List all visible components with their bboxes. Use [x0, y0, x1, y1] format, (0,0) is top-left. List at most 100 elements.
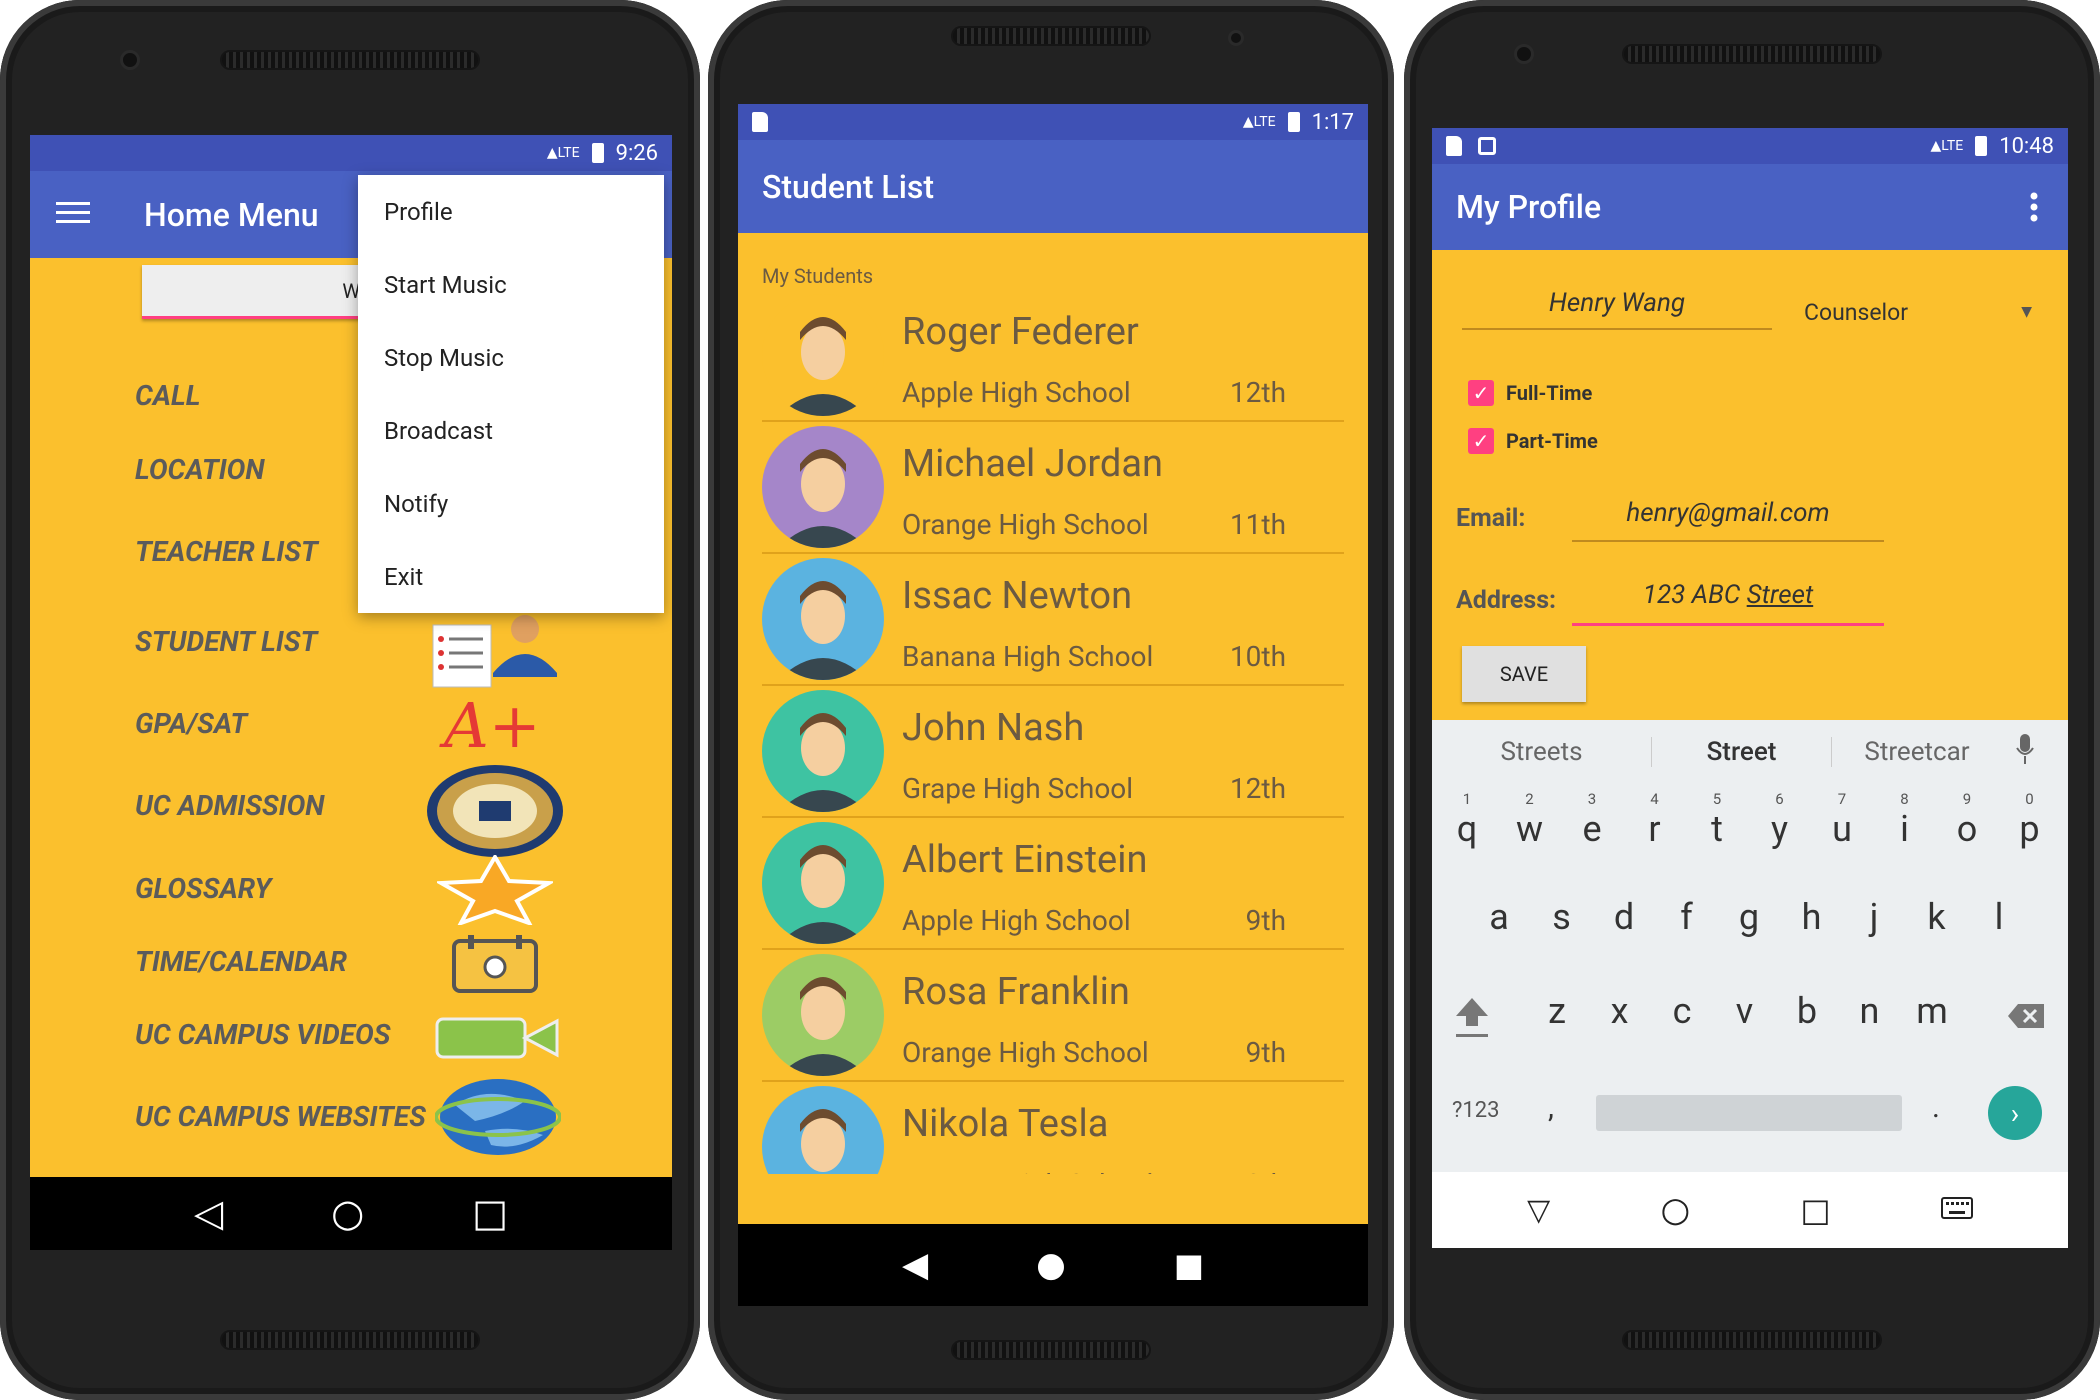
- home-icon[interactable]: ○: [1660, 1190, 1690, 1230]
- sd-card-icon: [752, 112, 768, 132]
- period-key[interactable]: .: [1932, 1090, 1940, 1125]
- video-camera-icon[interactable]: [435, 1015, 561, 1065]
- keyboard-switch-icon[interactable]: [1940, 1197, 1973, 1223]
- student-list-item[interactable]: Albert Einstein Apple High School 9th: [738, 818, 1368, 950]
- key-k[interactable]: k: [1912, 896, 1962, 938]
- microphone-icon[interactable]: [2016, 733, 2034, 771]
- spacebar[interactable]: [1596, 1095, 1902, 1131]
- overflow-item-broadcast[interactable]: Broadcast: [358, 394, 664, 467]
- key-label: y: [1770, 808, 1789, 850]
- student-list-item[interactable]: Issac Newton Banana High School 10th: [738, 554, 1368, 686]
- student-grade: 9th: [1245, 904, 1286, 937]
- star-icon[interactable]: [433, 853, 557, 929]
- menu-call[interactable]: CALL: [135, 379, 200, 412]
- key-f[interactable]: f: [1662, 896, 1712, 938]
- overflow-item-profile[interactable]: Profile: [358, 175, 664, 248]
- key-o[interactable]: 9o: [1942, 790, 1992, 850]
- overflow-item-exit[interactable]: Exit: [358, 540, 664, 613]
- key-y[interactable]: 6y: [1755, 790, 1805, 850]
- student-list-item[interactable]: Michael Jordan Orange High School 11th: [738, 422, 1368, 554]
- key-label: c: [1672, 990, 1692, 1032]
- student-list-item[interactable]: Nikola Tesla Banana High School 10th: [738, 1082, 1368, 1174]
- menu-location[interactable]: LOCATION: [135, 453, 265, 486]
- shift-icon[interactable]: [1452, 994, 1492, 1044]
- more-vert-icon[interactable]: [2030, 192, 2038, 226]
- suggestion-2[interactable]: Street: [1652, 737, 1832, 767]
- key-u[interactable]: 7u: [1817, 790, 1867, 850]
- back-down-icon[interactable]: ▽: [1527, 1193, 1550, 1228]
- key-p[interactable]: 0p: [2005, 790, 2055, 850]
- home-icon[interactable]: ○: [331, 1191, 364, 1236]
- checkbox-checked-icon: ✓: [1468, 428, 1494, 454]
- key-l[interactable]: l: [1974, 896, 2024, 938]
- backspace-icon[interactable]: [2006, 1002, 2046, 1034]
- key-i[interactable]: 8i: [1880, 790, 1930, 850]
- menu-gpa-sat[interactable]: GPA/SAT: [135, 707, 247, 740]
- key-a[interactable]: a: [1474, 896, 1524, 938]
- overflow-item-notify[interactable]: Notify: [358, 467, 664, 540]
- menu-uc-admission[interactable]: UC ADMISSION: [135, 789, 324, 822]
- fulltime-checkbox[interactable]: ✓ Full-Time: [1468, 380, 1592, 406]
- calendar-icon[interactable]: [450, 933, 540, 999]
- key-c[interactable]: c: [1657, 990, 1707, 1032]
- overflow-item-stop-music[interactable]: Stop Music: [358, 321, 664, 394]
- recents-icon[interactable]: □: [1800, 1191, 1830, 1229]
- student-list-item[interactable]: John Nash Grape High School 12th: [738, 686, 1368, 818]
- student-school: Apple High School: [902, 376, 1131, 409]
- key-e[interactable]: 3e: [1567, 790, 1617, 850]
- save-button[interactable]: SAVE: [1462, 646, 1586, 702]
- key-number-hint: 8: [1900, 790, 1909, 808]
- app-bar: My Profile: [1432, 164, 2068, 250]
- key-w[interactable]: 2w: [1505, 790, 1555, 850]
- uc-seal-icon[interactable]: [425, 763, 565, 863]
- role-select[interactable]: Counselor ▼: [1804, 294, 2044, 330]
- student-list-item[interactable]: Rosa Franklin Orange High School 9th: [738, 950, 1368, 1082]
- comma-key[interactable]: ,: [1548, 1090, 1554, 1125]
- enter-icon[interactable]: ›: [1988, 1086, 2042, 1140]
- recents-icon[interactable]: ■: [1174, 1246, 1204, 1284]
- address-field[interactable]: 123 ABC Street: [1572, 580, 1884, 626]
- menu-time-calendar[interactable]: TIME/CALENDAR: [135, 945, 347, 978]
- parttime-checkbox[interactable]: ✓ Part-Time: [1468, 428, 1598, 454]
- student-list: Roger Federer Apple High School 12th Michae…: [738, 290, 1368, 1174]
- home-icon[interactable]: ●: [1036, 1245, 1066, 1285]
- recents-icon[interactable]: □: [472, 1191, 508, 1236]
- student-list-icon[interactable]: [425, 615, 565, 699]
- globe-icon[interactable]: [434, 1075, 562, 1163]
- name-field[interactable]: Henry Wang: [1462, 288, 1772, 330]
- key-label: s: [1552, 896, 1571, 938]
- key-x[interactable]: x: [1595, 990, 1645, 1032]
- symbols-key[interactable]: ?123: [1452, 1098, 1500, 1123]
- key-v[interactable]: v: [1720, 990, 1770, 1032]
- email-field[interactable]: henry@gmail.com: [1572, 498, 1884, 542]
- suggestion-3[interactable]: Streetcar: [1832, 737, 2002, 767]
- suggestion-1[interactable]: Streets: [1432, 737, 1652, 767]
- back-icon[interactable]: ◀: [902, 1245, 928, 1285]
- grade-a-plus-icon[interactable]: A+: [444, 695, 541, 757]
- key-b[interactable]: b: [1782, 990, 1832, 1032]
- student-list-item[interactable]: Roger Federer Apple High School 12th: [738, 290, 1368, 422]
- student-avatar: [762, 294, 884, 416]
- back-icon[interactable]: ◁: [194, 1191, 223, 1236]
- menu-student-list[interactable]: STUDENT LIST: [135, 625, 317, 658]
- key-m[interactable]: m: [1907, 990, 1957, 1032]
- key-r[interactable]: 4r: [1630, 790, 1680, 850]
- menu-teacher-list[interactable]: TEACHER LIST: [135, 535, 318, 568]
- hamburger-menu-icon[interactable]: [56, 200, 90, 230]
- parttime-label: Part-Time: [1506, 429, 1598, 453]
- overflow-item-start-music[interactable]: Start Music: [358, 248, 664, 321]
- key-t[interactable]: 5t: [1692, 790, 1742, 850]
- key-j[interactable]: j: [1849, 896, 1899, 938]
- key-d[interactable]: d: [1599, 896, 1649, 938]
- key-n[interactable]: n: [1845, 990, 1895, 1032]
- menu-uc-campus-videos[interactable]: UC CAMPUS VIDEOS: [135, 1018, 390, 1051]
- key-z[interactable]: z: [1532, 990, 1582, 1032]
- menu-glossary[interactable]: GLOSSARY: [135, 872, 271, 905]
- key-q[interactable]: 1q: [1442, 790, 1492, 850]
- key-s[interactable]: s: [1537, 896, 1587, 938]
- key-h[interactable]: h: [1787, 896, 1837, 938]
- key-label: u: [1832, 808, 1852, 850]
- key-g[interactable]: g: [1724, 896, 1774, 938]
- key-number-hint: 2: [1525, 790, 1534, 808]
- menu-uc-campus-websites[interactable]: UC CAMPUS WEBSITES: [135, 1100, 426, 1133]
